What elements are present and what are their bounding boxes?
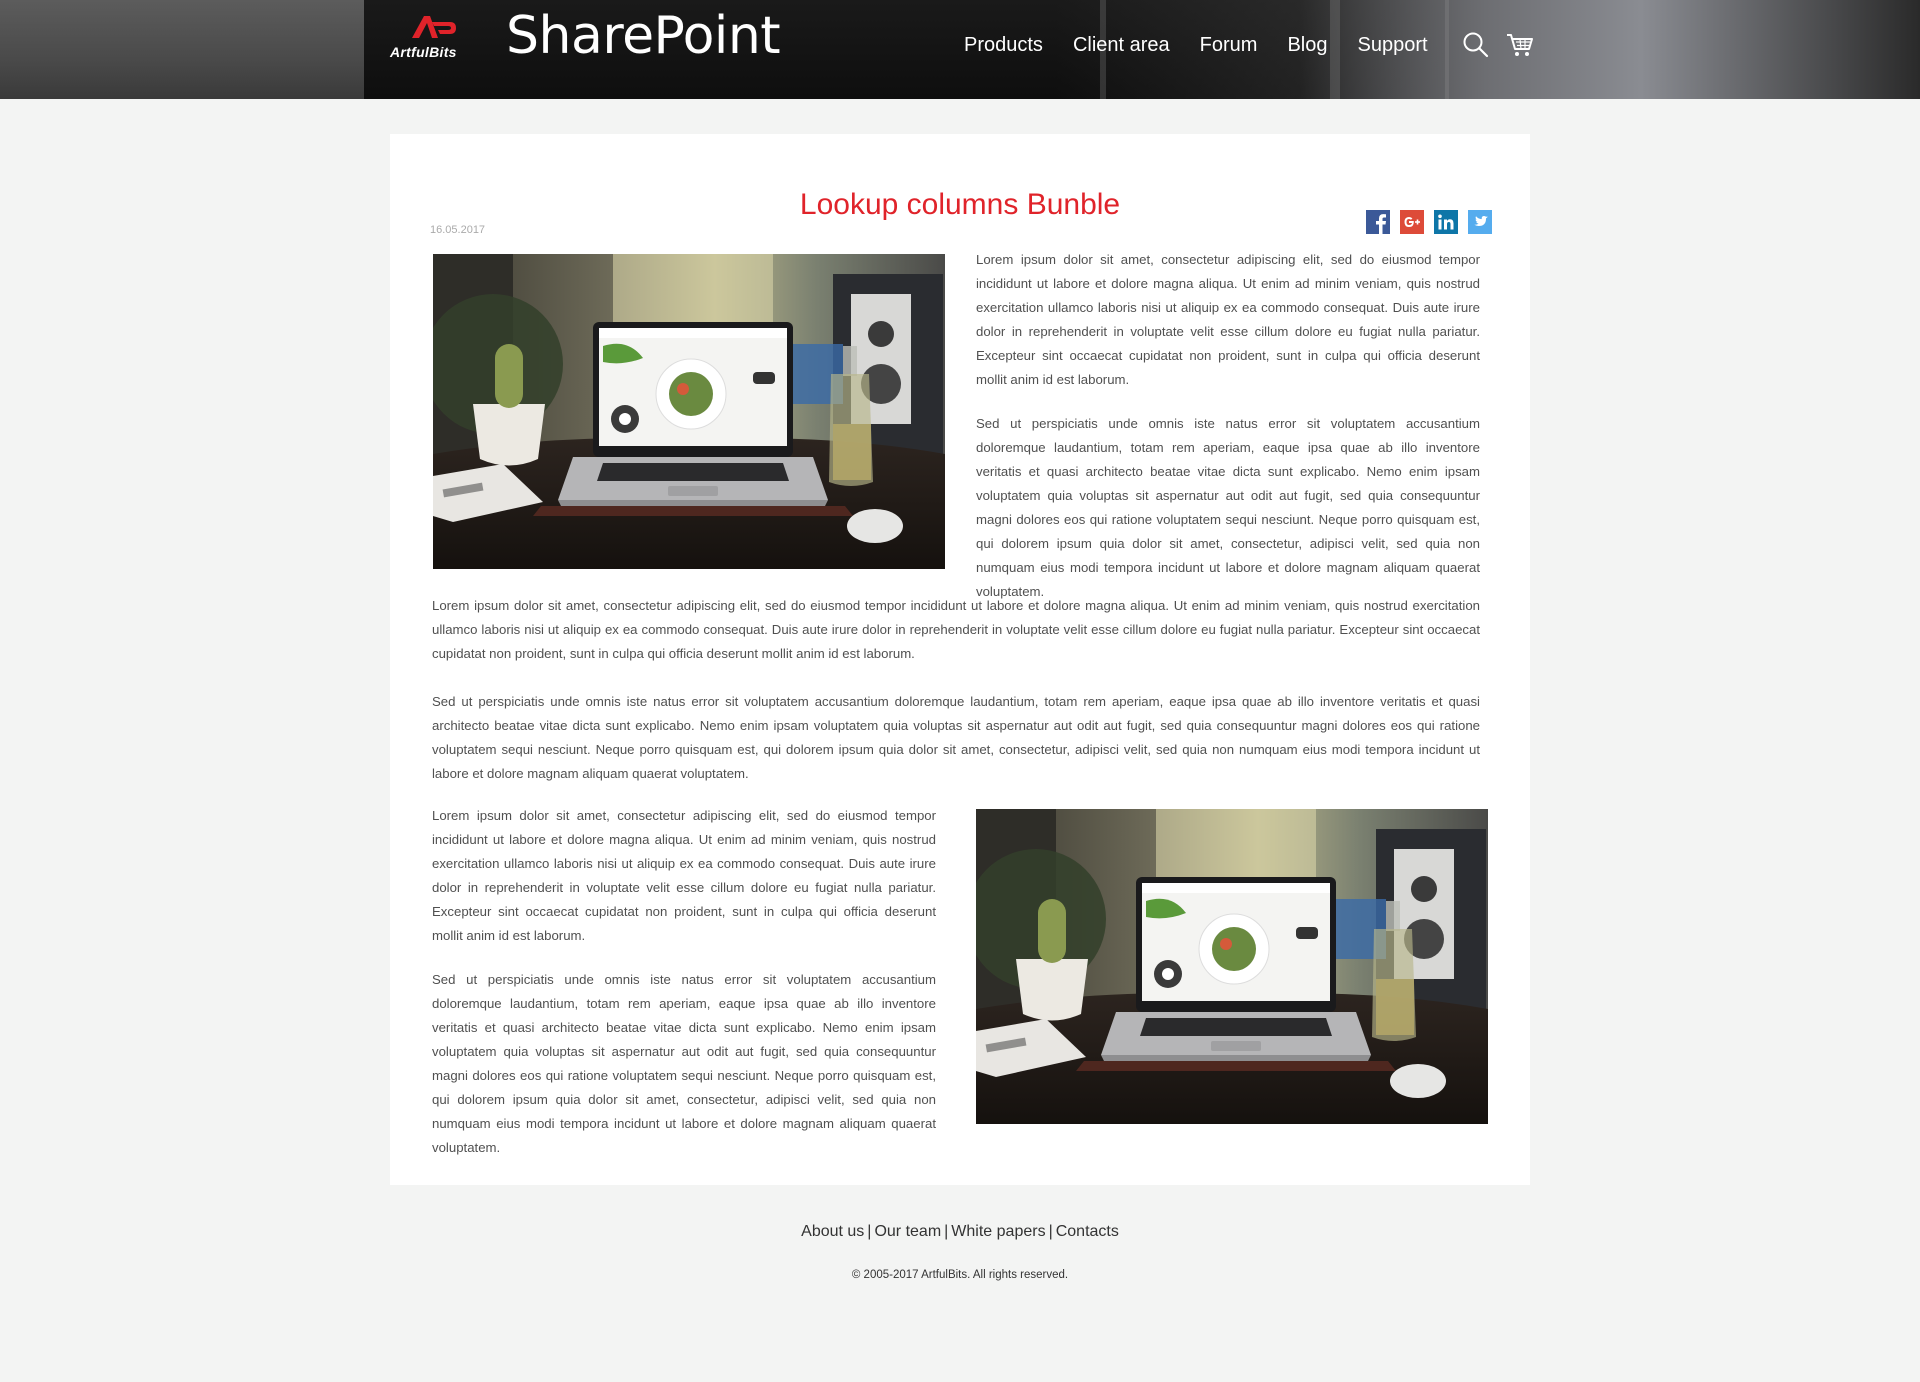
footer-link-about-us[interactable]: About us <box>801 1223 864 1240</box>
nav-products[interactable]: Products <box>964 34 1058 57</box>
footer-separator: | <box>944 1223 949 1240</box>
article-photo <box>976 809 1488 1124</box>
share-twitter-button[interactable] <box>1468 210 1492 234</box>
article-card: Lookup columns Bunble 16.05.2017 Lorem i… <box>390 134 1530 1185</box>
facebook-icon <box>1366 210 1390 234</box>
article-title: Lookup columns Bunble <box>799 188 1121 222</box>
article-paragraph: Lorem ipsum dolor sit amet, consectetur … <box>432 598 1480 661</box>
nav-support[interactable]: Support <box>1342 34 1442 57</box>
article-paragraph: Sed ut perspiciatis unde omnis iste natu… <box>432 694 1480 781</box>
article-photo <box>433 254 945 569</box>
footer-link-white-papers[interactable]: White papers <box>951 1223 1045 1240</box>
article-paragraph: Lorem ipsum dolor sit amet, consectetur … <box>976 252 1480 387</box>
share-linkedin-button[interactable] <box>1434 210 1458 234</box>
nav-forum[interactable]: Forum <box>1185 34 1273 57</box>
search-button[interactable] <box>1462 31 1490 59</box>
main-nav: Products Client area Forum Blog Support <box>964 34 1443 57</box>
footer-separator: | <box>1048 1223 1053 1240</box>
copyright: © 2005-2017 ArtfulBits. All rights reser… <box>851 1269 1069 1281</box>
logo-text: ArtfulBits <box>390 44 457 60</box>
artfulbits-logo-icon <box>412 16 456 38</box>
site-title: SharePoint <box>506 6 781 66</box>
article-date: 16.05.2017 <box>430 224 486 236</box>
footer-link-contacts[interactable]: Contacts <box>1056 1223 1119 1240</box>
cart-button[interactable] <box>1506 31 1534 59</box>
search-icon <box>1463 32 1489 58</box>
footer-links: About us | Our team | White papers | Contacts <box>0 1223 1920 1241</box>
cart-icon <box>1507 34 1533 56</box>
article-paragraph: Sed ut perspiciatis unde omnis iste natu… <box>432 972 936 1155</box>
share-google-plus-button[interactable] <box>1400 210 1424 234</box>
article-paragraph: Lorem ipsum dolor sit amet, consectetur … <box>432 808 936 943</box>
artfulbits-logo[interactable]: ArtfulBits <box>390 14 490 60</box>
footer-separator: | <box>867 1223 872 1240</box>
nav-blog[interactable]: Blog <box>1272 34 1342 57</box>
laptop-desk-photo <box>976 809 1488 1124</box>
article-paragraph: Sed ut perspiciatis unde omnis iste natu… <box>976 416 1480 599</box>
site-header: ArtfulBits SharePoint Products Client ar… <box>0 0 1920 99</box>
nav-client-area[interactable]: Client area <box>1058 34 1185 57</box>
footer-link-our-team[interactable]: Our team <box>874 1223 941 1240</box>
linkedin-icon <box>1434 210 1458 234</box>
twitter-icon <box>1468 210 1492 234</box>
share-facebook-button[interactable] <box>1366 210 1390 234</box>
laptop-desk-photo <box>433 254 945 569</box>
google-plus-icon <box>1400 210 1424 234</box>
